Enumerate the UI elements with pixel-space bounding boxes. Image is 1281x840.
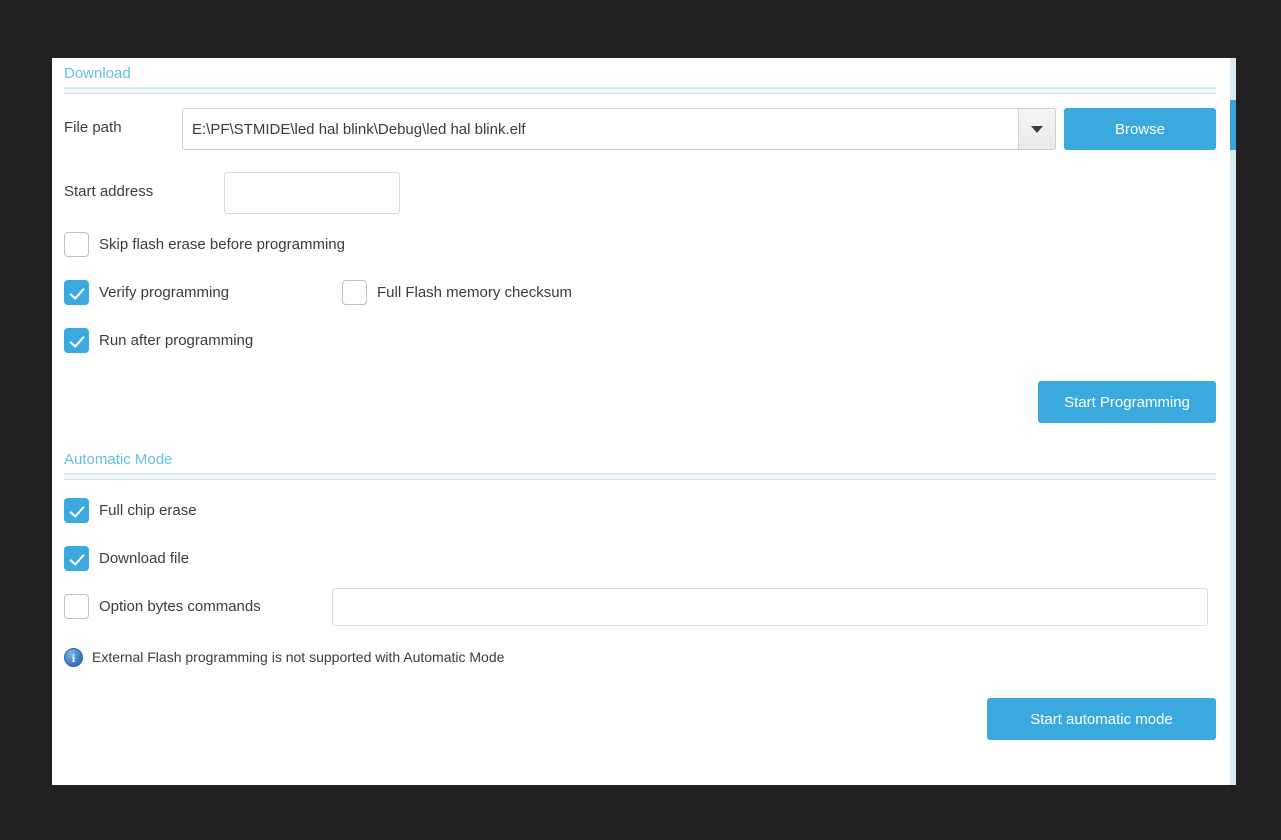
info-icon: [64, 648, 83, 667]
download-section-title: Download: [64, 65, 131, 82]
checkbox-label: Full chip erase: [99, 501, 197, 519]
option-bytes-commands-input[interactable]: [332, 588, 1208, 626]
checkbox-label: Skip flash erase before programming: [99, 235, 345, 253]
checkbox-box[interactable]: [64, 546, 89, 571]
checkbox-label: Option bytes commands: [99, 597, 261, 615]
automatic-mode-section-title: Automatic Mode: [64, 451, 173, 468]
checkbox-box[interactable]: [64, 498, 89, 523]
checkbox-box[interactable]: [64, 280, 89, 305]
checkbox-full-chip-erase[interactable]: Full chip erase: [64, 498, 197, 523]
vertical-scrollbar[interactable]: [1230, 58, 1236, 785]
file-path-dropdown-button[interactable]: [1018, 109, 1055, 149]
start-programming-button[interactable]: Start Programming: [1038, 381, 1216, 423]
checkbox-option-bytes-commands[interactable]: Option bytes commands: [64, 594, 261, 619]
checkbox-box[interactable]: [342, 280, 367, 305]
checkbox-label: Run after programming: [99, 331, 254, 349]
chevron-down-icon: [1031, 125, 1043, 133]
programmer-panel: Download File path E:\PF\STMIDE\led hal …: [52, 58, 1236, 785]
checkbox-box[interactable]: [64, 594, 89, 619]
file-path-label: File path: [64, 119, 122, 136]
start-address-input[interactable]: [224, 172, 400, 214]
automatic-mode-section-divider: [64, 473, 1216, 480]
automatic-mode-note: External Flash programming is not suppor…: [64, 648, 504, 667]
checkbox-label: Verify programming: [99, 283, 230, 301]
checkbox-download-file[interactable]: Download file: [64, 546, 189, 571]
checkbox-box[interactable]: [64, 232, 89, 257]
browse-button[interactable]: Browse: [1064, 108, 1216, 150]
checkbox-full-flash-memory-checksum[interactable]: Full Flash memory checksum: [342, 280, 572, 305]
checkbox-verify-programming[interactable]: Verify programming: [64, 280, 229, 305]
file-path-combobox[interactable]: E:\PF\STMIDE\led hal blink\Debug\led hal…: [182, 108, 1056, 150]
checkbox-skip-flash-erase[interactable]: Skip flash erase before programming: [64, 232, 345, 257]
vertical-scrollbar-thumb[interactable]: [1230, 100, 1236, 150]
file-path-input[interactable]: E:\PF\STMIDE\led hal blink\Debug\led hal…: [183, 109, 1018, 149]
checkbox-run-after-programming[interactable]: Run after programming: [64, 328, 253, 353]
automatic-mode-section-header: Automatic Mode: [64, 450, 1216, 480]
panel-content: Download File path E:\PF\STMIDE\led hal …: [52, 58, 1230, 785]
checkbox-label: Full Flash memory checksum: [377, 283, 573, 301]
checkbox-label: Download file: [99, 549, 190, 567]
start-automatic-mode-button[interactable]: Start automatic mode: [987, 698, 1216, 740]
automatic-mode-note-text: External Flash programming is not suppor…: [92, 649, 505, 665]
download-section-header: Download: [64, 64, 1216, 94]
download-section-divider: [64, 87, 1216, 94]
start-address-label: Start address: [64, 183, 154, 200]
checkbox-box[interactable]: [64, 328, 89, 353]
